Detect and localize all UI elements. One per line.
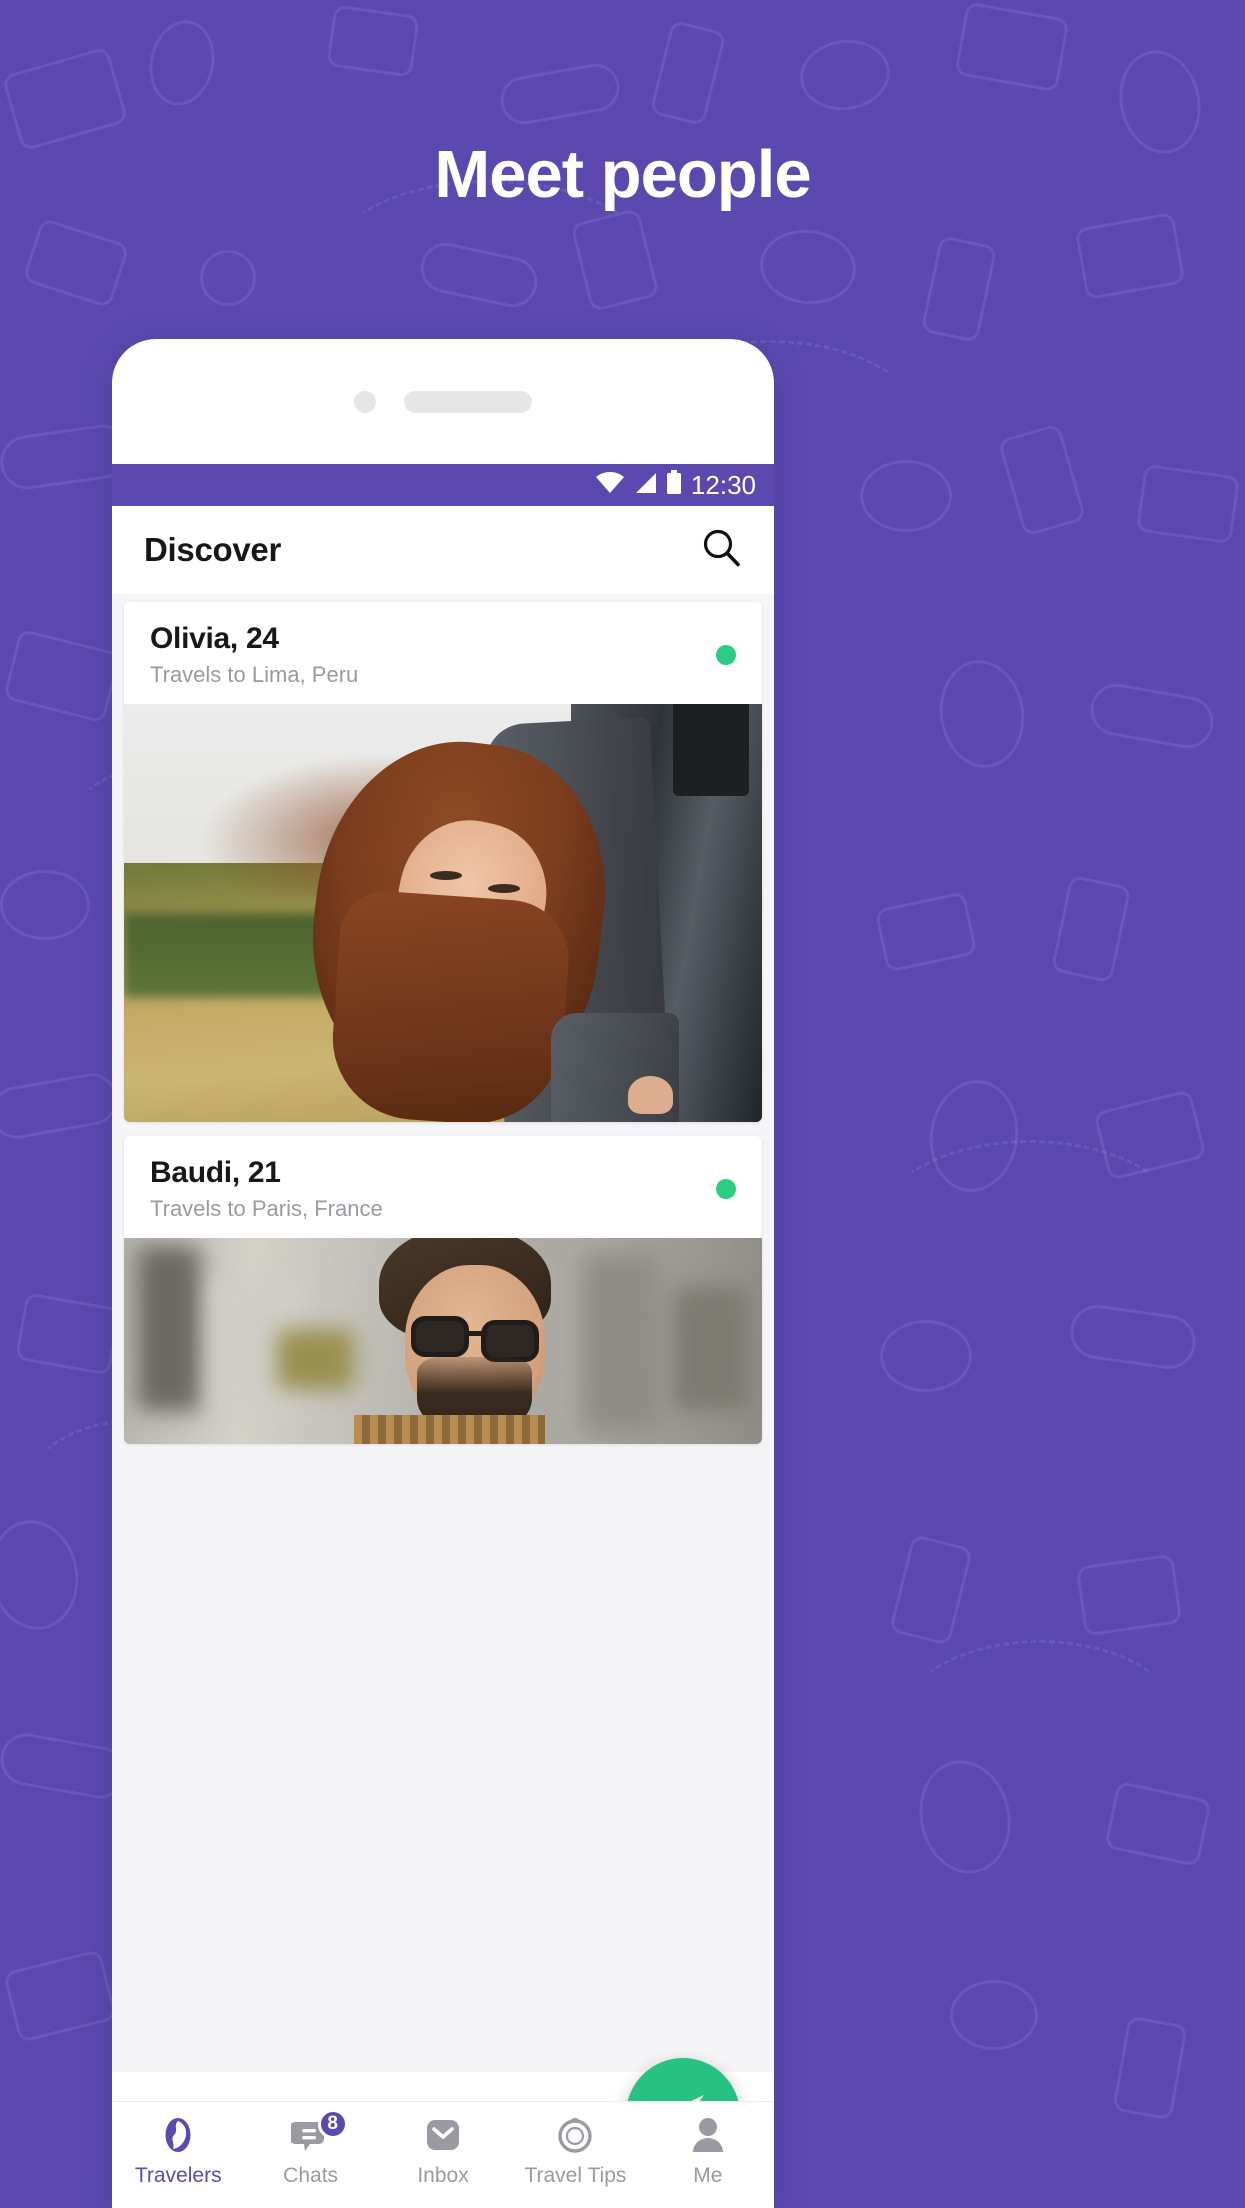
front-camera-icon [354, 390, 376, 413]
traveler-name: Baudi, 21 [150, 1156, 281, 1189]
doodle-ticket [1086, 679, 1218, 753]
traveler-card-header: Olivia, 24 Travels to Lima, Peru [124, 602, 762, 704]
phone-mockup: 12:30 Discover Olivia, 24 Travels to Lim… [112, 339, 774, 2208]
traveler-destination: Travels to Lima, Peru [150, 662, 359, 687]
nav-item-travel-tips[interactable]: Travel Tips [509, 2116, 641, 2188]
nav-label: Inbox [417, 2164, 469, 2187]
page-title: Discover [144, 531, 282, 568]
doodle-suitcase [14, 1292, 122, 1376]
traveler-photo [124, 704, 762, 1122]
doodle-compass [200, 250, 256, 306]
traveler-photo [124, 1238, 762, 1444]
battery-icon [666, 469, 682, 501]
doodle-backpack [880, 1320, 972, 1392]
doodle-suitcase [1135, 463, 1241, 545]
doodle-suitcase [954, 1, 1070, 93]
page-headline: Meet people [434, 137, 811, 212]
nav-label: Me [693, 2164, 723, 2187]
traveler-name: Olivia, 24 [150, 622, 279, 655]
doodle-dashed-route [880, 1140, 1180, 1300]
status-badge [716, 1179, 736, 1199]
traveler-card[interactable]: Olivia, 24 Travels to Lima, Peru [124, 602, 762, 1122]
nav-item-inbox[interactable]: Inbox [377, 2116, 509, 2188]
nav-item-chats[interactable]: 8 Chats [244, 2109, 376, 2188]
doodle-suitcase [2, 1948, 118, 2044]
doodle-camera [326, 4, 420, 78]
doodle-ticket [1066, 1301, 1200, 1373]
doodle-airplane [0, 1069, 122, 1143]
wifi-icon [595, 470, 624, 501]
doodle-backpack [795, 34, 895, 116]
doodle-balloon [932, 654, 1032, 774]
chats-badge: 8 [317, 2109, 348, 2139]
doodle-phone [888, 1533, 974, 1647]
nav-label: Travelers [134, 2164, 222, 2187]
nav-label: Chats [283, 2164, 339, 2187]
doodle-suitcase [2, 628, 122, 724]
nav-label: Travel Tips [524, 2164, 627, 2187]
doodle-phone [1050, 874, 1132, 984]
phone-top-bezel [112, 339, 774, 464]
bottom-navigation: Travelers 8 Chats Inbox Travel Tips Me [112, 2101, 774, 2208]
compass-icon [556, 2116, 594, 2154]
doodle-suitcase [1103, 1780, 1213, 1868]
traveler-destination: Travels to Paris, France [150, 1196, 383, 1221]
status-bar-time: 12:30 [690, 469, 756, 500]
doodle-phone [1112, 2015, 1188, 2121]
envelope-icon [424, 2116, 462, 2154]
doodle-dashed-route [900, 1640, 1180, 1800]
doodle-backpack [950, 1980, 1038, 2050]
doodle-phone [649, 19, 727, 127]
person-icon [690, 2116, 726, 2154]
doodle-backpack [756, 225, 860, 309]
status-bar: 12:30 [112, 464, 774, 506]
doodle-camera [22, 217, 130, 309]
doodle-balloon [141, 14, 223, 112]
cellular-signal-icon [633, 470, 657, 501]
earpiece-speaker [404, 390, 532, 413]
doodle-ticket [496, 59, 624, 129]
doodle-suitcase [1074, 211, 1186, 301]
doodle-camera [874, 891, 978, 973]
doodle-ticket [0, 1729, 130, 1803]
nav-item-me[interactable]: Me [642, 2116, 774, 2188]
nav-item-travelers[interactable]: Travelers [112, 2116, 244, 2188]
app-header: Discover [112, 506, 774, 594]
chat-icon: 8 [290, 2109, 348, 2154]
traveler-card[interactable]: Baudi, 21 Travels to Paris, France [124, 1136, 762, 1444]
doodle-phone [997, 423, 1087, 537]
traveler-card-header: Baudi, 21 Travels to Paris, France [124, 1136, 762, 1238]
status-badge [716, 645, 736, 665]
doodle-camera [1075, 1553, 1183, 1637]
traveler-list[interactable]: Olivia, 24 Travels to Lima, Peru Baudi, … [112, 594, 774, 2072]
search-icon[interactable] [700, 527, 742, 574]
globe-icon [159, 2116, 197, 2154]
doodle-phone [920, 235, 998, 343]
